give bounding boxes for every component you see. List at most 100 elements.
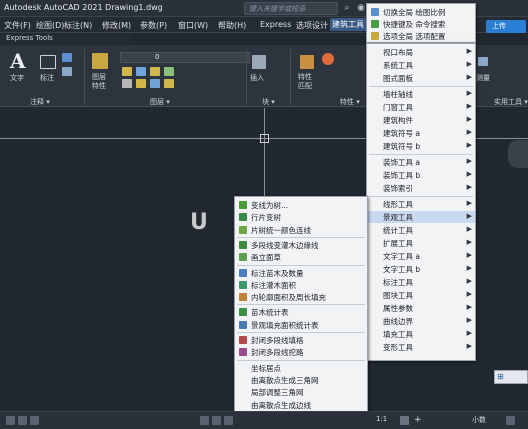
insert-block-icon[interactable]: [252, 55, 266, 69]
menu-item[interactable]: 属性参数 ▶: [367, 302, 475, 314]
menu-item[interactable]: 景观填充面积统计表: [235, 319, 367, 331]
menu-item-shortcuts[interactable]: 快捷键及 命令搜索: [367, 18, 475, 30]
menu-item[interactable]: 景观工具 ▶: [367, 211, 475, 223]
polar-icon[interactable]: [212, 416, 221, 425]
menu-item[interactable]: 统计工具 ▶: [367, 224, 475, 236]
menu-item[interactable]: 图式面板 ▶: [367, 72, 475, 84]
menu-item[interactable]: 图块工具 ▶: [367, 289, 475, 301]
menu-item[interactable]: 变形工具 ▶: [367, 341, 475, 353]
snap-icon[interactable]: [18, 416, 27, 425]
menu-item[interactable]: 由离散点生成三角网: [235, 374, 367, 386]
measure-icon[interactable]: [478, 57, 488, 66]
submenu-arrow-icon: ▶: [466, 199, 472, 207]
side-panel-toggle[interactable]: ⊞: [494, 370, 528, 384]
menu-window[interactable]: 窗口(W): [178, 20, 208, 31]
osnap-icon[interactable]: [200, 416, 209, 425]
text-tool-icon[interactable]: A: [10, 49, 26, 73]
menu-item[interactable]: 填充工具 ▶: [367, 328, 475, 340]
navigation-wheel[interactable]: [508, 140, 528, 168]
menu-item[interactable]: 视口布局 ▶: [367, 46, 475, 58]
menu-item[interactable]: 文字工具 a ▶: [367, 250, 475, 262]
menu-item[interactable]: 变线为树...: [235, 199, 367, 211]
menu-item-label: 封闭多段线填格: [251, 336, 304, 345]
units-readout[interactable]: 小数: [472, 415, 486, 425]
menu-item[interactable]: 建筑符号 b ▶: [367, 140, 475, 152]
menu-item-label: 片树统一颜色连线: [251, 225, 311, 235]
plus-icon[interactable]: +: [414, 415, 422, 425]
menu-item[interactable]: 建筑构件 ▶: [367, 114, 475, 126]
gear-icon[interactable]: [400, 416, 409, 425]
menu-item[interactable]: 文字工具 b ▶: [367, 263, 475, 275]
menu-item[interactable]: 标注灌木面积: [235, 279, 367, 291]
layer-icon-6[interactable]: [136, 79, 146, 88]
upload-button[interactable]: 上传: [486, 20, 526, 33]
menu-item[interactable]: 封闭多段线填格: [235, 334, 367, 346]
menu-building-tools[interactable]: 建筑工具: [330, 18, 366, 31]
menu-item[interactable]: 封闭多段线挖路: [235, 346, 367, 358]
properties-panel-title[interactable]: 特性 ▾: [340, 97, 360, 107]
menu-draw[interactable]: 绘图(D): [36, 20, 64, 31]
menu-item[interactable]: 墙柱轴线 ▶: [367, 88, 475, 100]
user-icon[interactable]: ◉: [356, 3, 366, 13]
tool-icon: [239, 253, 247, 262]
utilities-panel-title[interactable]: 实用工具 ▾: [494, 97, 528, 107]
color-wheel-icon[interactable]: [322, 53, 334, 65]
menu-item[interactable]: 装饰索引 ▶: [367, 182, 475, 194]
menu-item[interactable]: 标注苗木及数量: [235, 267, 367, 279]
menu-item[interactable]: 局部调整三角网: [235, 386, 367, 398]
layer-icon-8[interactable]: [164, 79, 174, 88]
layer-icon-3[interactable]: [150, 67, 160, 76]
menu-help[interactable]: 帮助(H): [218, 20, 246, 31]
layer-icon-7[interactable]: [150, 79, 160, 88]
layer-combo[interactable]: 0: [120, 52, 250, 63]
submenu-arrow-icon: ▶: [466, 170, 472, 178]
table-icon[interactable]: [62, 67, 72, 76]
annotation-scale[interactable]: 1:1: [376, 415, 387, 423]
submenu-arrow-icon: ▶: [466, 73, 472, 81]
customize-icon[interactable]: [506, 416, 515, 425]
menu-item[interactable]: 坐标居点: [235, 362, 367, 374]
menu-item[interactable]: 扩展工具 ▶: [367, 237, 475, 249]
menu-item[interactable]: 苗木统计表: [235, 306, 367, 318]
search-icon[interactable]: ⌕: [342, 3, 352, 13]
lineweight-icon[interactable]: [224, 416, 233, 425]
express-tools-label[interactable]: Express Tools: [6, 34, 53, 42]
menu-item[interactable]: 装饰工具 a ▶: [367, 156, 475, 168]
menu-item[interactable]: 系统工具 ▶: [367, 59, 475, 71]
menu-item-scale[interactable]: 切换全局 绘图比例: [367, 6, 475, 18]
layer-properties-icon[interactable]: [92, 53, 108, 69]
menu-express[interactable]: Express: [260, 20, 291, 29]
leader-icon[interactable]: [62, 53, 72, 62]
menu-file[interactable]: 文件(F): [4, 20, 31, 31]
layer-icon-1[interactable]: [122, 67, 132, 76]
menu-item[interactable]: 画立面草: [235, 251, 367, 263]
dimension-icon[interactable]: [40, 55, 56, 69]
block-panel-title[interactable]: 块 ▾: [262, 97, 275, 107]
shortcut-icon: [371, 20, 379, 28]
menu-modify[interactable]: 修改(M): [102, 20, 131, 31]
grid-icon[interactable]: [6, 416, 15, 425]
layer-icon-5[interactable]: [122, 79, 132, 88]
search-input[interactable]: 键入关键字或短语: [244, 2, 338, 15]
menu-item[interactable]: 行片变树: [235, 211, 367, 223]
menu-item[interactable]: 片树统一颜色连线: [235, 224, 367, 236]
annotation-panel-title[interactable]: 注释 ▾: [30, 97, 50, 107]
menu-design[interactable]: 选项设计: [296, 20, 328, 31]
layer-icon-4[interactable]: [164, 67, 174, 76]
menu-item[interactable]: 曲线边界 ▶: [367, 315, 475, 327]
layer-icon-2[interactable]: [136, 67, 146, 76]
menu-item[interactable]: 多段线变灌木边缘线: [235, 239, 367, 251]
menu-item-options[interactable]: 选项全局 选项配置: [367, 30, 475, 42]
menu-params[interactable]: 参数(P): [140, 20, 167, 31]
layers-panel-title[interactable]: 图层 ▾: [150, 97, 170, 107]
ortho-icon[interactable]: [30, 416, 39, 425]
menu-item[interactable]: 装饰工具 b ▶: [367, 169, 475, 181]
menu-item[interactable]: 门窗工具 ▶: [367, 101, 475, 113]
match-properties-icon[interactable]: [300, 55, 314, 69]
menu-item[interactable]: 线形工具 ▶: [367, 198, 475, 210]
menu-item[interactable]: 内轮廓面积及周长填充: [235, 291, 367, 303]
menu-item[interactable]: 由离散点生成边线: [235, 399, 367, 411]
menu-dimension[interactable]: 标注(N): [64, 20, 92, 31]
menu-item[interactable]: 建筑符号 a ▶: [367, 127, 475, 139]
menu-item[interactable]: 标注工具 ▶: [367, 276, 475, 288]
